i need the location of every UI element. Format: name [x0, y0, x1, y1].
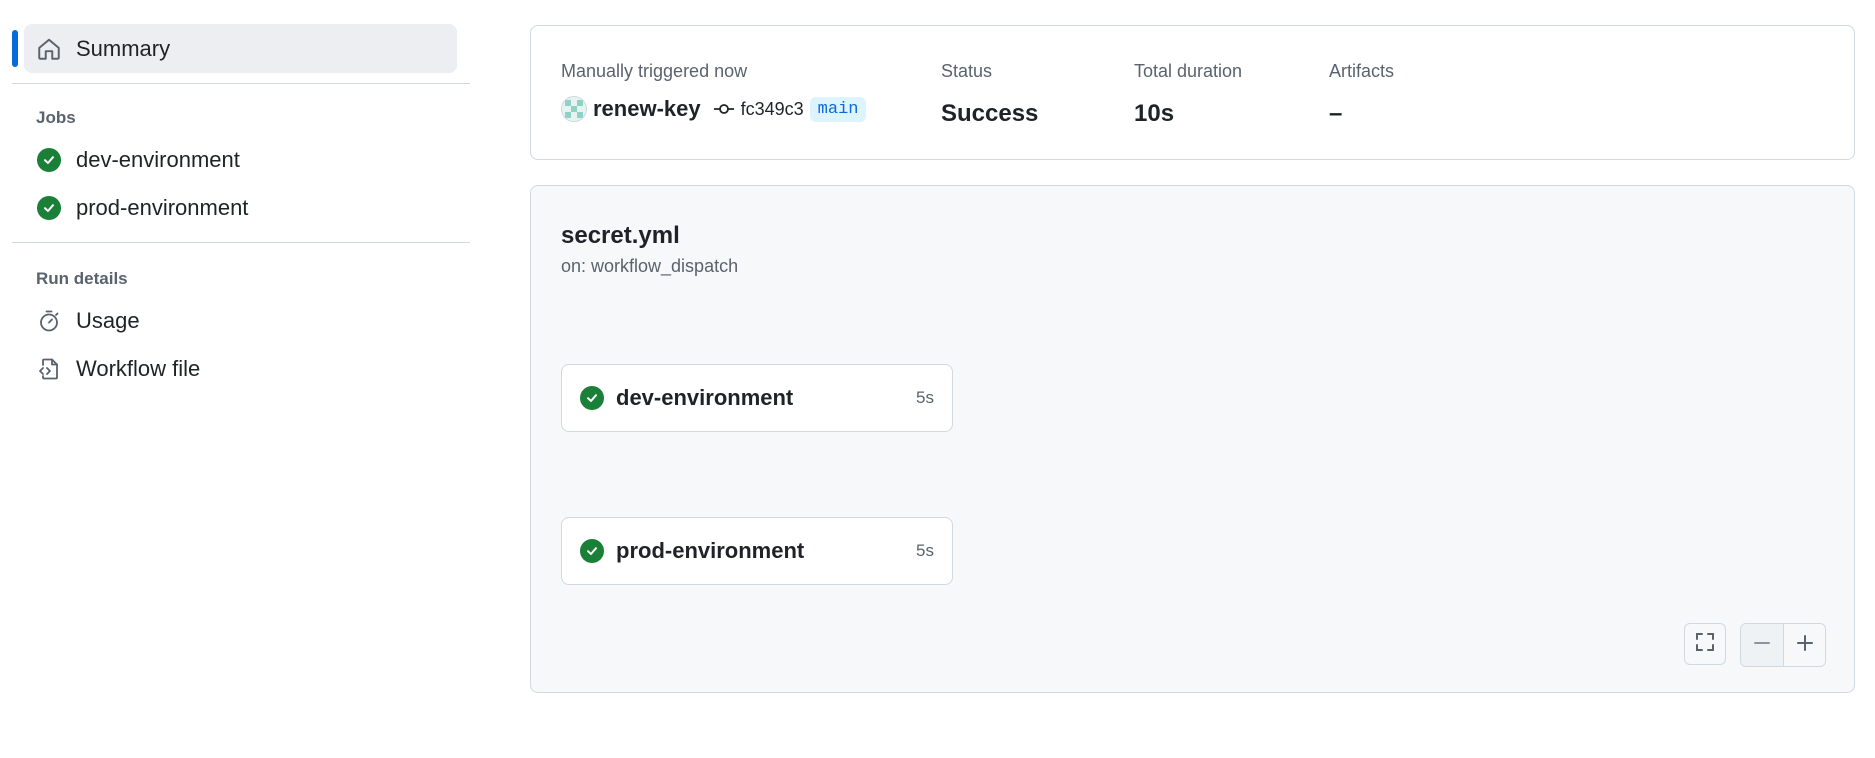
sidebar-item-label: Usage: [76, 308, 140, 333]
status-column: Status Success: [941, 61, 1038, 128]
stopwatch-icon: [36, 308, 62, 334]
status-label: Status: [941, 61, 993, 81]
workflow-graph-card: secret.yml on: workflow_dispatch dev-env…: [530, 185, 1855, 693]
job-name: dev-environment: [616, 385, 794, 410]
zoom-button-group: [1740, 623, 1826, 667]
git-commit-icon: [713, 102, 735, 116]
plus-icon: [1795, 633, 1815, 658]
artifacts-column: Artifacts –: [1329, 61, 1394, 128]
trigger-label: Manually triggered now: [561, 61, 748, 81]
job-box-dev-environment[interactable]: dev-environment 5s: [561, 364, 953, 432]
sidebar-item-usage[interactable]: Usage: [12, 297, 470, 345]
artifacts-value: –: [1329, 100, 1343, 127]
minus-icon: [1752, 633, 1772, 658]
active-indicator: [12, 30, 18, 67]
sidebar-item-label: dev-environment: [76, 147, 240, 172]
graph-zoom-controls: [1684, 623, 1826, 667]
workflow-trigger: on: workflow_dispatch: [561, 256, 739, 276]
zoom-out-button[interactable]: [1741, 624, 1783, 666]
sidebar-item-label: prod-environment: [76, 195, 249, 220]
job-duration: 5s: [916, 541, 934, 560]
trigger-column: Manually triggered now renew-key fc349c3…: [561, 61, 867, 122]
fullscreen-button[interactable]: [1684, 623, 1726, 665]
job-box-prod-environment[interactable]: prod-environment 5s: [561, 517, 953, 585]
duration-label: Total duration: [1134, 61, 1243, 81]
check-circle-icon: [36, 147, 62, 173]
jobs-section-title: Jobs: [36, 108, 76, 127]
home-icon: [36, 36, 62, 62]
artifacts-label: Artifacts: [1329, 61, 1395, 81]
file-code-icon: [36, 356, 62, 382]
sidebar: Summary Jobs dev-environment prod-enviro…: [12, 24, 470, 393]
sidebar-item-label: Workflow file: [76, 356, 201, 381]
commit-sha-link[interactable]: fc349c3: [741, 99, 804, 120]
zoom-in-button[interactable]: [1783, 624, 1825, 666]
job-name: prod-environment: [616, 538, 805, 563]
divider: [12, 242, 470, 243]
check-circle-icon: [580, 386, 604, 410]
screen-full-icon: [1694, 631, 1716, 658]
duration-value: 10s: [1134, 100, 1175, 127]
sidebar-item-dev-environment[interactable]: dev-environment: [12, 136, 470, 184]
check-circle-icon: [580, 539, 604, 563]
sidebar-item-workflow-file[interactable]: Workflow file: [12, 345, 470, 393]
workflow-file-title: secret.yml: [561, 222, 680, 249]
divider: [12, 83, 470, 84]
branch-label[interactable]: main: [809, 96, 867, 122]
sidebar-item-summary[interactable]: Summary: [12, 24, 457, 73]
check-circle-icon: [36, 195, 62, 221]
sidebar-item-label: Summary: [76, 35, 171, 61]
actor-link[interactable]: renew-key: [593, 96, 701, 122]
avatar[interactable]: [561, 96, 587, 122]
job-duration: 5s: [916, 388, 934, 407]
duration-column: Total duration 10s: [1134, 61, 1242, 128]
run-details-section-title: Run details: [36, 269, 128, 288]
sidebar-item-prod-environment[interactable]: prod-environment: [12, 184, 470, 232]
run-summary-card: Manually triggered now renew-key fc349c3…: [530, 25, 1855, 160]
status-value: Success: [941, 100, 1039, 127]
